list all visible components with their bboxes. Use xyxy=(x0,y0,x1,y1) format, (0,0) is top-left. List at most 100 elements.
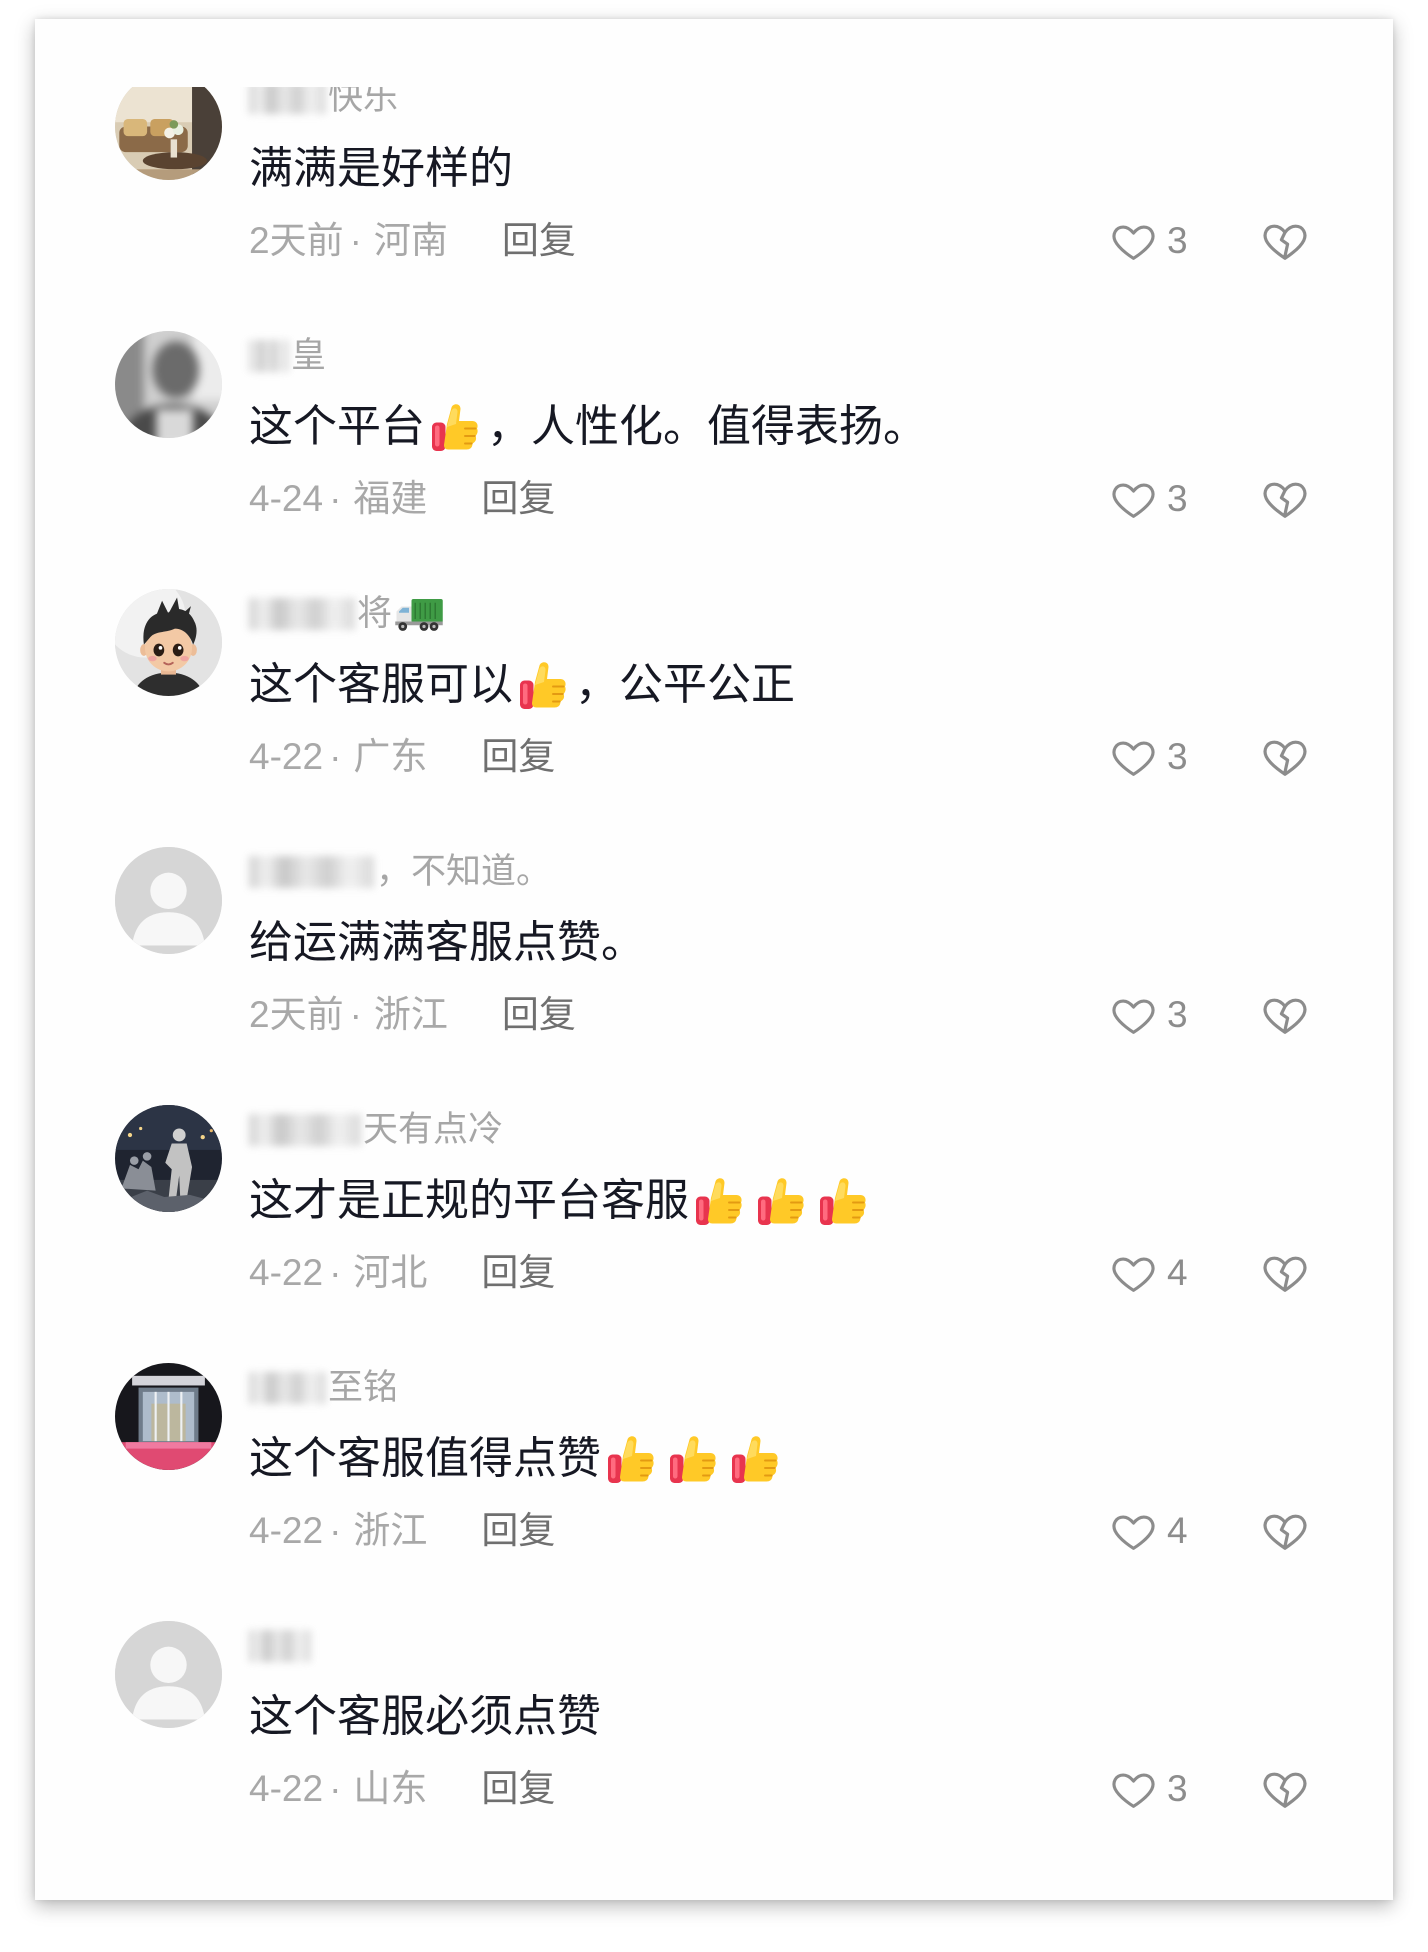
like-button[interactable]: 3 xyxy=(1110,1764,1188,1814)
meta-separator: · xyxy=(349,994,362,1035)
comment-meta: 4-22 · 山东 回复 xyxy=(249,1764,555,1814)
like-count: 4 xyxy=(1167,1510,1188,1551)
like-button[interactable]: 3 xyxy=(1110,216,1188,266)
like-count: 3 xyxy=(1167,220,1188,261)
reply-button[interactable]: 回复 xyxy=(502,216,576,266)
like-button[interactable]: 3 xyxy=(1110,990,1188,1040)
comment-location: 福建 xyxy=(353,478,428,519)
comment-text[interactable]: 这个平台 ，人性化。值得表扬。 xyxy=(249,399,927,455)
like-button[interactable]: 4 xyxy=(1110,1248,1188,1298)
comment-location: 浙江 xyxy=(373,994,448,1035)
username[interactable]: 快乐 xyxy=(249,87,398,123)
heart-icon xyxy=(1110,992,1157,1039)
like-count: 3 xyxy=(1167,994,1188,1035)
username[interactable]: ，不知道。 xyxy=(249,847,551,897)
broken-heart-icon xyxy=(1261,1507,1309,1555)
like-count: 4 xyxy=(1167,1252,1188,1293)
username-text: 将 xyxy=(357,594,393,633)
broken-heart-icon xyxy=(1261,217,1309,265)
comment-item: 天有点冷这才是正规的平台客服 4-22 · 河北 回复 4 xyxy=(35,1105,1393,1363)
blurred-username-part xyxy=(249,598,355,630)
comment-list[interactable]: 快乐 满满是好样的 2天前 · 河南 回复 3 皇这个平台 ，人性化。值得表扬。 4-24 · 福建回… xyxy=(35,87,1393,1900)
like-button[interactable]: 3 xyxy=(1110,474,1188,524)
comment-item: 将这个客服可以 ，公平公正 4-22 · 广东 回复 3 xyxy=(35,589,1393,847)
comment-text[interactable]: 这个客服必须点赞 xyxy=(249,1689,601,1745)
thumbs-up-emoji-icon xyxy=(429,400,483,454)
dislike-button[interactable] xyxy=(1261,1506,1309,1556)
comment-text-segment: ，公平公正 xyxy=(575,660,795,709)
thumbs-up-emoji-icon xyxy=(755,1174,809,1228)
meta-separator: · xyxy=(329,1252,342,1293)
avatar[interactable] xyxy=(115,847,222,954)
comment-meta: 2天前 · 浙江 回复 xyxy=(249,990,576,1040)
meta-separator: · xyxy=(329,1510,342,1551)
username-text: 至铭 xyxy=(328,1368,399,1407)
truck-emoji-icon xyxy=(394,594,444,634)
blurred-username-part xyxy=(249,1372,326,1404)
comment-text-segment: 这个平台 xyxy=(249,402,425,451)
dislike-button[interactable] xyxy=(1261,1764,1309,1814)
avatar[interactable] xyxy=(115,1105,222,1212)
heart-icon xyxy=(1110,1508,1157,1555)
heart-icon xyxy=(1110,1766,1157,1813)
like-count: 3 xyxy=(1167,736,1188,777)
avatar[interactable] xyxy=(115,1363,222,1470)
comment-text[interactable]: 这个客服可以 ，公平公正 xyxy=(249,657,795,713)
dislike-button[interactable] xyxy=(1261,474,1309,524)
username[interactable]: 至铭 xyxy=(249,1363,398,1413)
username[interactable] xyxy=(249,1621,313,1671)
reply-button[interactable]: 回复 xyxy=(481,1248,555,1298)
username[interactable]: 皇 xyxy=(249,331,326,381)
comment-meta: 4-22 · 河北 回复 xyxy=(249,1248,555,1298)
comment-location: 广东 xyxy=(353,736,428,777)
comment-date: 4-24 xyxy=(249,478,324,519)
reply-button[interactable]: 回复 xyxy=(481,474,555,524)
dislike-button[interactable] xyxy=(1261,732,1309,782)
username-text: 快乐 xyxy=(328,87,399,117)
reply-button[interactable]: 回复 xyxy=(481,1506,555,1556)
meta-separator: · xyxy=(329,1768,342,1809)
comment-item: 这个客服必须点赞 4-22 · 山东 回复 3 xyxy=(35,1621,1393,1879)
thumbs-up-emoji-icon xyxy=(817,1174,871,1228)
comment-date: 2天前 xyxy=(249,220,344,261)
comment-text-segment: 这个客服可以 xyxy=(249,660,513,709)
avatar[interactable] xyxy=(115,589,222,696)
comment-text[interactable]: 给运满满客服点赞。 xyxy=(249,915,645,971)
reply-button[interactable]: 回复 xyxy=(481,732,555,782)
comment-text-segment: 这个客服值得点赞 xyxy=(249,1434,601,1483)
comment-location: 浙江 xyxy=(353,1510,428,1551)
avatar[interactable] xyxy=(115,331,222,438)
comment-date: 4-22 xyxy=(249,736,324,777)
blurred-username-part xyxy=(249,340,289,372)
comment-item: ，不知道。给运满满客服点赞。 2天前 · 浙江 回复 3 xyxy=(35,847,1393,1105)
comment-location: 山东 xyxy=(353,1768,428,1809)
comment-date: 2天前 xyxy=(249,994,344,1035)
dislike-button[interactable] xyxy=(1261,1248,1309,1298)
username[interactable]: 将 xyxy=(249,589,444,639)
dislike-button[interactable] xyxy=(1261,216,1309,266)
reply-button[interactable]: 回复 xyxy=(481,1764,555,1814)
thumbs-up-emoji-icon xyxy=(729,1432,783,1486)
heart-icon xyxy=(1110,476,1157,523)
heart-icon xyxy=(1110,1250,1157,1297)
like-button[interactable]: 4 xyxy=(1110,1506,1188,1556)
comment-item: 快乐 满满是好样的 2天前 · 河南 回复 3 xyxy=(35,87,1393,331)
avatar[interactable] xyxy=(115,87,222,180)
comment-text[interactable]: 满满是好样的 xyxy=(249,141,513,197)
username[interactable]: 天有点冷 xyxy=(249,1105,503,1155)
heart-icon xyxy=(1110,218,1157,265)
comment-text[interactable]: 这个客服值得点赞 xyxy=(249,1431,787,1487)
blurred-username-part xyxy=(249,87,326,114)
like-button[interactable]: 3 xyxy=(1110,732,1188,782)
comment-date: 4-22 xyxy=(249,1768,324,1809)
reply-button[interactable]: 回复 xyxy=(502,990,576,1040)
username-text: 皇 xyxy=(291,336,327,375)
username-text: ，不知道。 xyxy=(376,852,552,891)
avatar[interactable] xyxy=(115,1621,222,1728)
username-text: 天有点冷 xyxy=(363,1110,504,1149)
dislike-button[interactable] xyxy=(1261,990,1309,1040)
thumbs-up-emoji-icon xyxy=(605,1432,659,1486)
comment-text[interactable]: 这才是正规的平台客服 xyxy=(249,1173,875,1229)
meta-separator: · xyxy=(329,736,342,777)
comment-item: 皇这个平台 ，人性化。值得表扬。 4-24 · 福建 回复 3 xyxy=(35,331,1393,589)
